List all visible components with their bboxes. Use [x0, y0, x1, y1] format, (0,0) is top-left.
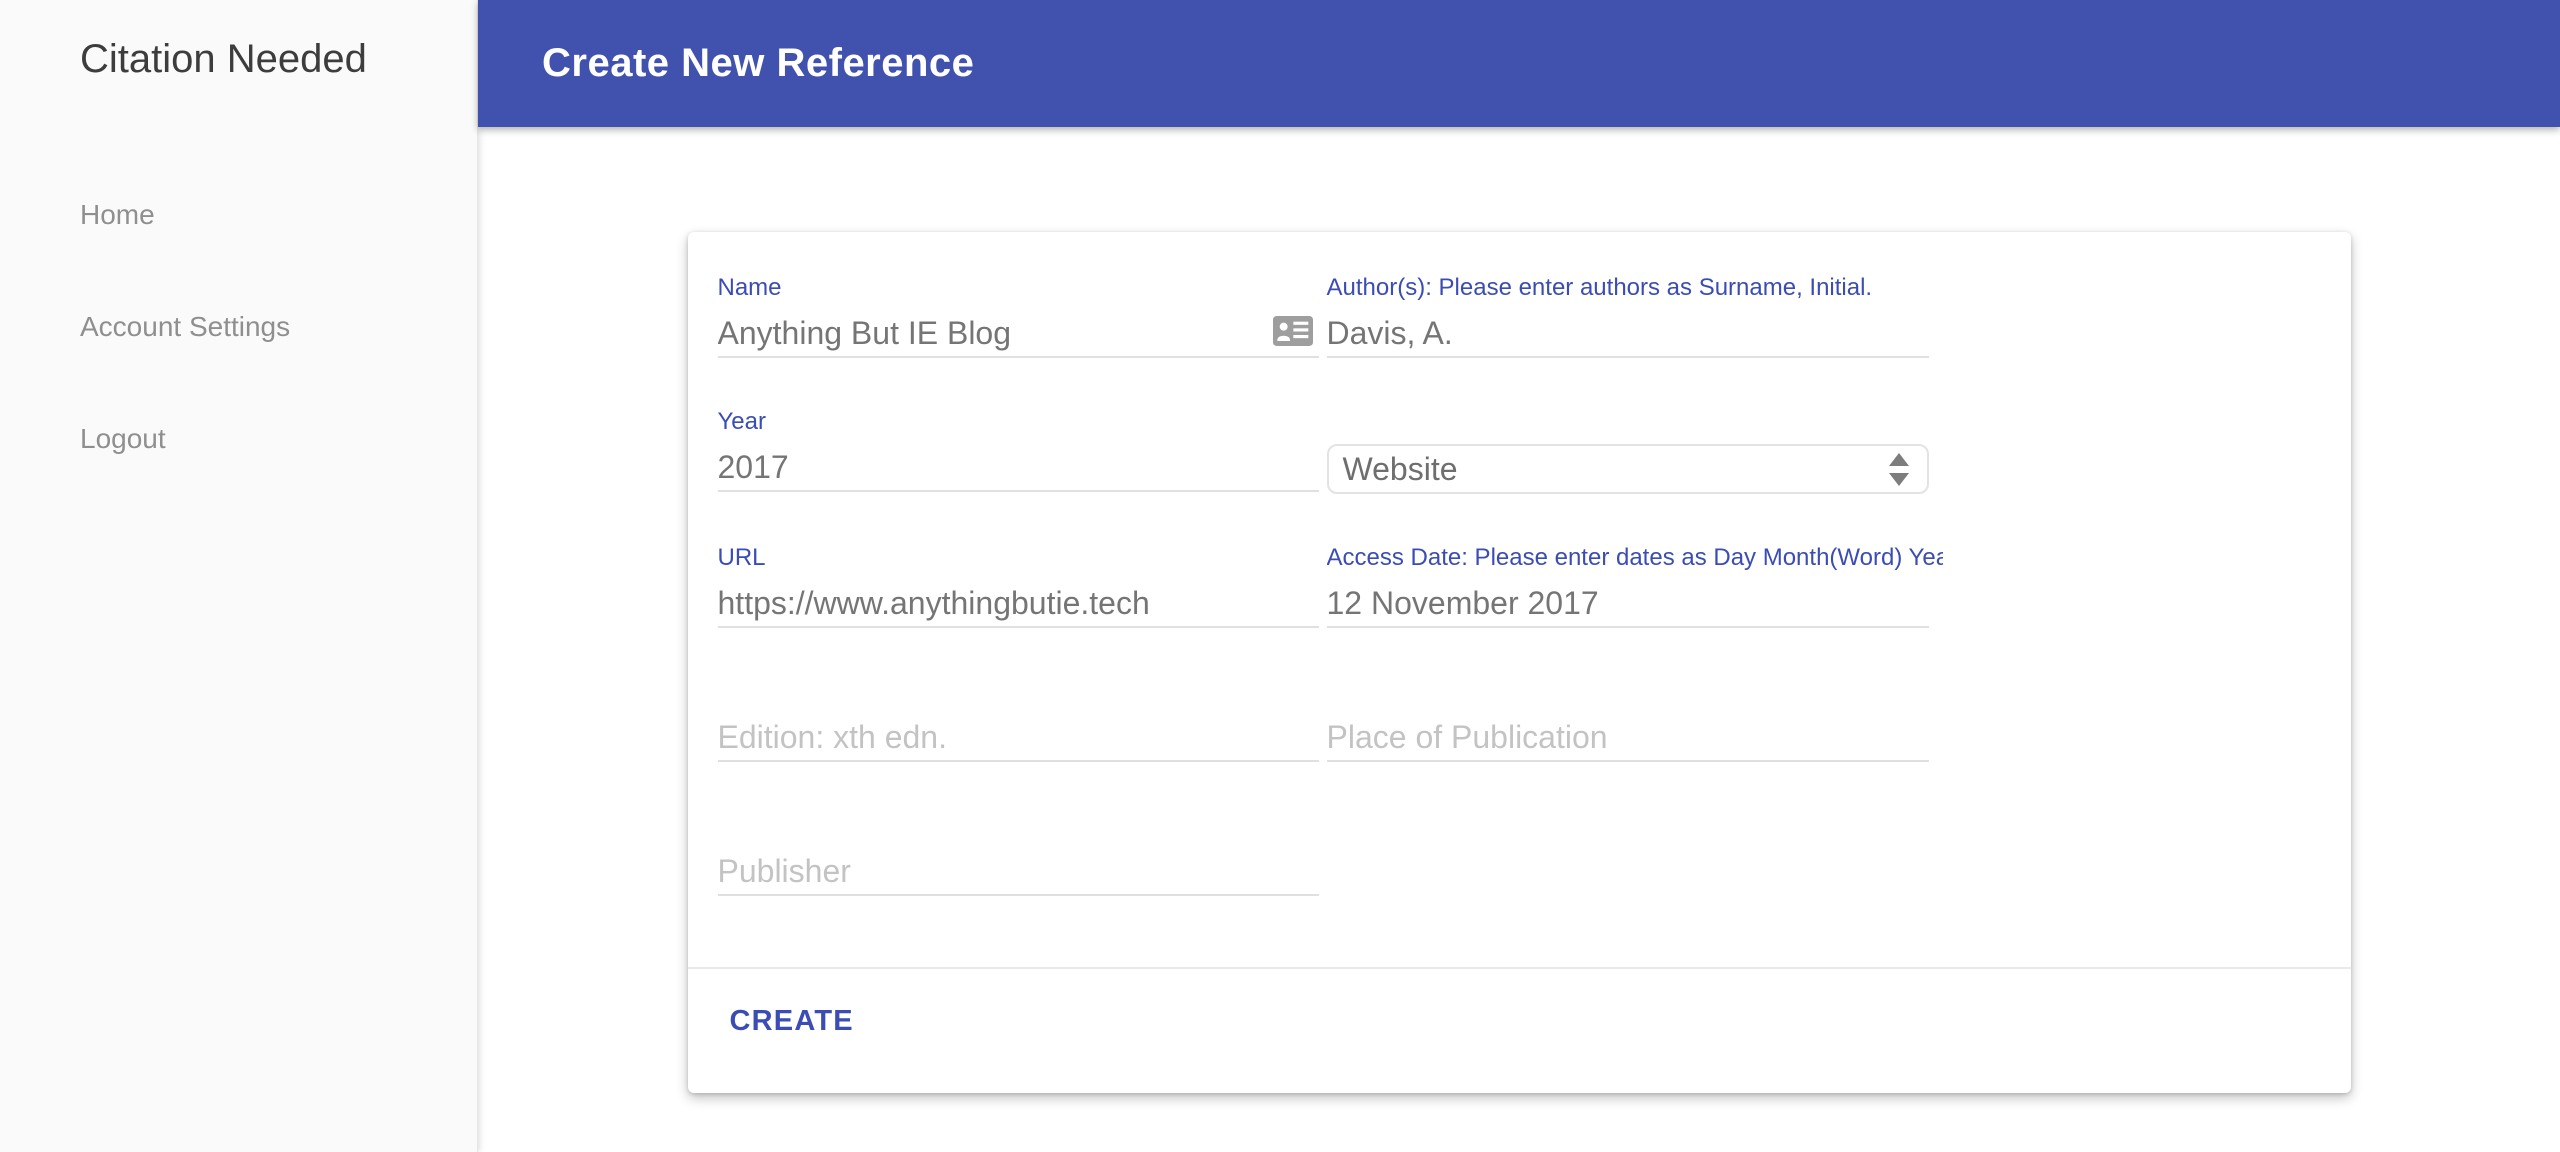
reference-form-card: Name Author(s): Please enter authors as … — [687, 232, 2351, 1093]
sidebar-nav: Home Account Settings Logout — [0, 198, 477, 456]
access-date-input[interactable] — [1326, 580, 1929, 628]
publisher-field — [717, 810, 1319, 896]
form-footer: CREATE — [687, 967, 2351, 1093]
publisher-input[interactable] — [717, 848, 1319, 896]
sidebar-item-account-settings[interactable]: Account Settings — [0, 310, 477, 344]
app-bar: Create New Reference — [478, 0, 2560, 127]
main-content: Name Author(s): Please enter authors as … — [478, 127, 2560, 1152]
sidebar-item-home[interactable]: Home — [0, 198, 477, 232]
sidebar-item-logout[interactable]: Logout — [0, 422, 477, 456]
place-of-publication-field — [1326, 676, 1929, 762]
authors-field: Author(s): Please enter authors as Surna… — [1326, 272, 1929, 358]
page-title: Create New Reference — [542, 41, 975, 85]
name-label: Name — [717, 274, 782, 301]
url-field: URL — [717, 542, 1319, 628]
sidebar: Citation Needed Home Account Settings Lo… — [0, 0, 478, 1152]
edition-label-spacer — [718, 676, 1319, 708]
reference-type-field: Website — [1326, 406, 1929, 494]
empty-cell — [1327, 810, 1929, 896]
access-date-field: Access Date: Please enter dates as Day M… — [1326, 542, 1943, 628]
reference-type-label-spacer — [1327, 406, 1929, 438]
contact-card-icon[interactable] — [1272, 316, 1313, 346]
place-label-spacer — [1327, 676, 1929, 708]
app-title: Citation Needed — [80, 37, 367, 81]
name-input[interactable] — [717, 310, 1319, 358]
place-of-publication-input[interactable] — [1326, 714, 1929, 762]
reference-type-select[interactable]: Website — [1326, 444, 1929, 494]
url-label: URL — [717, 544, 766, 571]
reference-form: Name Author(s): Please enter authors as … — [688, 232, 2351, 967]
authors-input[interactable] — [1326, 310, 1929, 358]
create-button[interactable]: CREATE — [718, 997, 866, 1046]
up-down-spinner-icon — [1888, 452, 1909, 486]
reference-type-selected-value: Website — [1342, 450, 1458, 487]
year-label: Year — [717, 408, 767, 435]
edition-field — [717, 676, 1319, 762]
authors-label: Author(s): Please enter authors as Surna… — [1326, 274, 1873, 301]
publisher-label-spacer — [718, 810, 1319, 842]
name-field: Name — [717, 272, 1319, 358]
access-date-label: Access Date: Please enter dates as Day M… — [1326, 544, 1943, 571]
url-input[interactable] — [717, 580, 1319, 628]
year-field: Year — [717, 406, 1319, 494]
edition-input[interactable] — [717, 714, 1319, 762]
year-input[interactable] — [717, 444, 1319, 492]
